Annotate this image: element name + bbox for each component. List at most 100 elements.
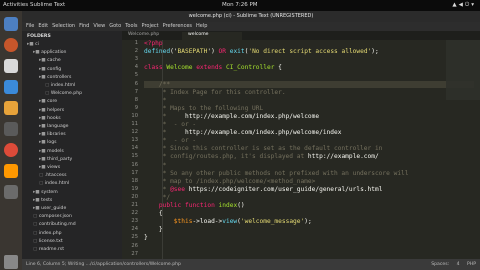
sidebar-file[interactable]: ▢ index.html (45, 83, 75, 88)
sidebar-file[interactable]: ▢ license.txt (33, 239, 63, 244)
code-token: * map to /index.php/welcome/<method_name… (144, 177, 316, 185)
code-token: * (144, 112, 185, 120)
sidebar-folder[interactable]: ▸■ helpers (39, 108, 64, 113)
firefox-icon[interactable] (4, 38, 18, 52)
code-line: * http://example.com/index.php/welcome (144, 113, 319, 120)
code-token: * Index Page for this controller. (144, 88, 286, 96)
menu-file[interactable]: File (26, 23, 34, 29)
sidebar-item-label: third_party (47, 156, 73, 162)
line-number: 13 (131, 137, 138, 144)
menu-tools[interactable]: Tools (125, 23, 137, 29)
tab-welcome-php[interactable]: Welcome.php (122, 32, 182, 40)
code-token: exit (229, 48, 245, 56)
sidebar-folder[interactable]: ▸■ tests (33, 198, 52, 203)
activities-button[interactable]: Activities (3, 2, 28, 8)
code-token: @see (170, 185, 185, 193)
sidebar-folder[interactable]: ▸■ application (33, 50, 66, 55)
app-menu[interactable]: Sublime Text (30, 2, 65, 8)
sidebar-item-label: cache (47, 58, 61, 64)
code-line: * (144, 97, 167, 104)
sidebar-folder[interactable]: ▸■ hooks (39, 116, 61, 121)
sidebar-file[interactable]: ▢ Welcome.php (45, 91, 82, 96)
code-line: } (144, 234, 148, 241)
code-line: class Welcome extends CI_Controller { (144, 64, 282, 71)
system-top-bar: Activities Sublime Text Mon 7:26 PM ▲◀⏻▾ (0, 0, 480, 11)
line-number: 25 (131, 234, 138, 241)
document-icon[interactable] (4, 59, 18, 73)
code-token: * Since this controller is set as the de… (144, 145, 383, 153)
line-number: 11 (131, 121, 138, 127)
sidebar-folder[interactable]: ▸■ models (39, 149, 64, 154)
code-token: <?php (144, 40, 163, 47)
tab-welcome[interactable]: welcome (182, 32, 242, 40)
sidebar-file[interactable]: ▢ .htaccess (39, 173, 66, 178)
code-token: (' (170, 48, 178, 56)
code-token: OR (218, 48, 226, 56)
sidebar-folder[interactable]: ▸■ ci (27, 42, 39, 47)
sidebar-item-label: system (41, 189, 58, 195)
code-token: index (218, 202, 238, 209)
folder-icon: ▸■ (39, 66, 48, 72)
sidebar-folder[interactable]: ▸■ third_party (39, 157, 72, 162)
menu-preferences[interactable]: Preferences (163, 23, 192, 29)
sidebar-folder[interactable]: ▸■ views (39, 165, 60, 170)
code-token: * So any other public methods not prefix… (144, 169, 409, 177)
status-syntax[interactable]: Spaces: 4 PHP (431, 262, 476, 267)
sublime-text-icon[interactable] (4, 164, 18, 178)
sidebar-folder[interactable]: ▸■ cache (39, 58, 61, 63)
menu-help[interactable]: Help (196, 23, 207, 29)
folder-icon: ▸■ (33, 50, 42, 56)
code-editor[interactable]: <?php defined('BASEPATH') OR exit('No dir… (144, 40, 444, 259)
line-number: 9 (134, 104, 138, 111)
sidebar-item-label: index.html (50, 83, 76, 88)
sidebar-folder[interactable]: ▸■ logs (39, 140, 57, 145)
window-titlebar: welcome.php (ci) - Sublime Text (UNREGIS… (22, 11, 480, 29)
launcher-dock (0, 11, 22, 270)
folder-icon: ▸■ (33, 206, 42, 211)
clock[interactable]: Mon 7:26 PM (222, 2, 258, 8)
code-token: } (144, 226, 163, 234)
sidebar-item-label: application (41, 50, 67, 56)
menu-goto[interactable]: Goto (109, 23, 121, 29)
software-center-icon[interactable] (4, 101, 18, 115)
sidebar-item-label: .htaccess (44, 173, 67, 179)
sidebar-file[interactable]: ▢ index.php (33, 231, 62, 236)
sidebar-file[interactable]: ▢ composer.json (33, 214, 72, 219)
code-line: public function index() (144, 202, 245, 209)
system-tray[interactable]: ▲◀⏻▾ (452, 2, 476, 9)
sidebar-file[interactable]: ▢ readme.rst (33, 247, 64, 252)
sidebar-folder[interactable]: ▸■ controllers (39, 75, 71, 80)
folder-icon: ▸■ (39, 156, 48, 162)
chevron-down-icon: ▾ (471, 2, 476, 8)
settings-icon[interactable] (4, 185, 18, 199)
menu-project[interactable]: Project (142, 23, 159, 29)
menu-find[interactable]: Find (79, 23, 89, 29)
code-token: http://example.com/index.php/welcome (184, 112, 320, 120)
status-position: Line 6, Column 5; Writing .../ci/applica… (26, 262, 181, 267)
code-token: } (144, 234, 148, 242)
menu-selection[interactable]: Selection (52, 23, 75, 29)
sidebar-file[interactable]: ▢ index.html (39, 181, 69, 186)
sidebar-folder[interactable]: ▸■ core (39, 99, 57, 104)
line-number: 22 (131, 210, 138, 217)
folders-header: FOLDERS (27, 34, 51, 39)
folder-sidebar: FOLDERS ▸■ ci ▸■ application ▸■ cache ▸■ co… (22, 31, 122, 259)
sidebar-file[interactable]: ▢ contributing.md (33, 222, 76, 227)
menu-edit[interactable]: Edit (38, 23, 48, 29)
menu-view[interactable]: View (93, 23, 105, 29)
files-icon[interactable] (4, 17, 18, 31)
code-token: { (144, 210, 163, 218)
show-applications-icon[interactable] (4, 255, 18, 269)
sidebar-folder[interactable]: ▸■ system (33, 190, 58, 195)
chrome-icon[interactable] (4, 143, 18, 157)
writer-icon[interactable] (4, 80, 18, 94)
sidebar-folder[interactable]: ▸■ user_guide (33, 206, 66, 211)
sidebar-item-label: ci (35, 42, 39, 47)
terminal-icon[interactable] (4, 122, 18, 136)
minimap[interactable] (446, 40, 480, 100)
sidebar-folder[interactable]: ▸■ libraries (39, 132, 66, 137)
sidebar-folder[interactable]: ▸■ config (39, 67, 61, 72)
sidebar-folder[interactable]: ▸■ language (39, 124, 69, 129)
folder-icon: ▸■ (39, 140, 48, 146)
status-bar: Line 6, Column 5; Writing .../ci/applica… (22, 259, 480, 270)
